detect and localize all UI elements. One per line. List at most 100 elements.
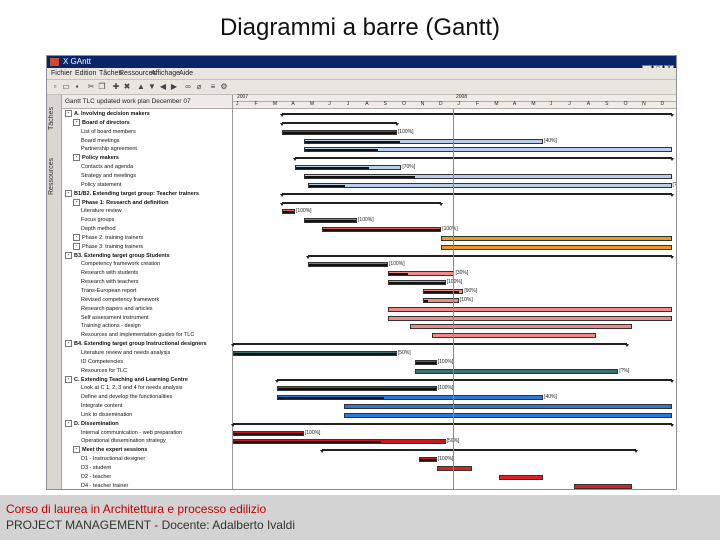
menu-edit[interactable]: Edition (75, 68, 96, 79)
task-bar[interactable] (432, 333, 597, 339)
task-row[interactable]: - B3. Extending target group Students (62, 251, 235, 261)
unlink-icon[interactable]: ⌀ (195, 83, 203, 91)
task-bar[interactable] (303, 173, 672, 179)
task-row[interactable]: Research with teachers (62, 278, 251, 287)
task-row[interactable]: Integrate content (62, 402, 251, 411)
task-row[interactable]: Board meetings (62, 137, 251, 146)
summary-bar[interactable] (319, 449, 638, 454)
task-row[interactable]: Link to dissemination (62, 411, 251, 420)
task-row[interactable]: - Phase 2: training trainers (62, 233, 243, 243)
task-bar[interactable] (410, 324, 632, 330)
task-row[interactable]: Depth method (62, 225, 251, 234)
summary-bar[interactable] (279, 113, 674, 117)
delete-icon[interactable]: ✖ (123, 83, 131, 91)
summary-bar[interactable] (279, 121, 400, 126)
arrow-up-icon[interactable]: ▲ (137, 83, 145, 91)
add-task-icon[interactable]: ✚ (112, 83, 120, 91)
task-row[interactable]: - C. Extending Teaching and Learning Cent… (62, 375, 235, 385)
task-row[interactable]: Focus groups (62, 216, 251, 225)
task-row[interactable]: Contacts and agenda (62, 163, 251, 172)
task-bar[interactable]: [30%] (388, 270, 468, 277)
task-row[interactable]: ID Competencies (62, 358, 251, 367)
task-bar[interactable] (441, 235, 672, 241)
new-icon[interactable]: ▫ (51, 83, 59, 91)
tab-resources[interactable]: Ressources (48, 147, 59, 207)
task-row[interactable]: Internal communication - web preparation (62, 429, 251, 438)
task-row[interactable]: - Policy makers (62, 154, 243, 163)
task-bar[interactable]: [100%] (419, 456, 453, 463)
task-row[interactable]: Resources for TLC (62, 367, 251, 376)
task-row[interactable]: Define and develop the functionalities (62, 393, 251, 402)
task-row[interactable]: D3 - student (62, 464, 251, 473)
summary-bar[interactable] (230, 343, 630, 348)
open-icon[interactable]: ▭ (62, 83, 70, 91)
task-bar[interactable]: [100%] (321, 226, 458, 233)
summary-bar[interactable] (293, 157, 674, 162)
task-row[interactable]: - D. Dissemination (62, 419, 235, 429)
task-row[interactable]: Operational dissemination strategy (62, 437, 251, 446)
task-bar[interactable] (436, 466, 473, 471)
collapse-toggle-icon[interactable]: - (73, 446, 80, 454)
summary-bar[interactable] (279, 192, 674, 197)
task-bar[interactable]: [100%] (277, 385, 453, 392)
task-bar[interactable]: [100%] (308, 261, 405, 268)
task-row[interactable]: Research papers and articles (62, 305, 251, 314)
link-icon[interactable]: ∞ (184, 83, 192, 91)
arrow-right-icon[interactable]: ▶ (170, 83, 178, 91)
collapse-toggle-icon[interactable]: - (65, 189, 72, 197)
task-row[interactable]: Strategy and meetings (62, 172, 251, 181)
menu-help[interactable]: Aide (179, 68, 193, 79)
task-bar[interactable]: [100%] (303, 217, 374, 224)
task-row[interactable]: - B4. Extending target group Instructiona… (62, 340, 235, 349)
task-bar[interactable] (303, 147, 672, 153)
task-row[interactable]: D1 - Instructional designer (62, 455, 251, 464)
task-bar[interactable] (343, 404, 672, 410)
arrow-left-icon[interactable]: ◀ (159, 83, 167, 91)
collapse-toggle-icon[interactable]: - (73, 118, 80, 126)
collapse-toggle-icon[interactable]: - (65, 340, 72, 348)
task-bar[interactable]: [40%] (277, 394, 557, 401)
settings-icon[interactable]: ⚙ (220, 83, 228, 91)
menu-view[interactable]: Affichage (151, 68, 180, 79)
task-row[interactable]: Competency framework creation (62, 260, 251, 269)
arrow-down-icon[interactable]: ▼ (148, 83, 156, 91)
task-row[interactable]: Literature review and needs analysis (62, 349, 251, 358)
task-bar[interactable]: [?%] (414, 368, 629, 374)
task-bar[interactable]: [100%] (233, 430, 320, 436)
collapse-toggle-icon[interactable]: - (65, 251, 72, 259)
collapse-toggle-icon[interactable]: - (65, 419, 72, 427)
summary-bar[interactable] (306, 254, 674, 259)
task-row[interactable]: - Meet the expert sessions (62, 446, 243, 455)
task-bar[interactable]: [100%] (281, 129, 413, 135)
collapse-toggle-icon[interactable]: - (65, 110, 72, 118)
copy-icon[interactable]: ❐ (98, 83, 106, 91)
collapse-toggle-icon[interactable]: - (73, 154, 80, 162)
task-row[interactable]: Partnership agreement (62, 145, 251, 154)
summary-bar[interactable] (275, 378, 674, 383)
cut-icon[interactable]: ✂ (87, 83, 95, 91)
collapse-toggle-icon[interactable]: - (65, 375, 72, 383)
task-bar[interactable]: [?%] (308, 182, 676, 188)
task-row[interactable]: Look at C 1, 2, 3 and 4 for needs analys… (62, 384, 251, 393)
tab-tasks[interactable]: Tâches (48, 99, 59, 139)
task-row[interactable]: - B1/B2. Extending target group: Teacher … (62, 189, 235, 199)
task-bar[interactable]: [50%] (233, 350, 411, 356)
task-bar[interactable]: [40%] (303, 138, 557, 144)
task-bar[interactable] (441, 244, 672, 250)
task-bar[interactable]: [50%] (233, 438, 459, 445)
task-row[interactable]: Research with students (62, 269, 251, 278)
task-row[interactable]: Training actions - design (62, 322, 251, 331)
task-row[interactable]: - A. Involving decision makers (62, 110, 235, 119)
task-row[interactable]: Revised competency framework (62, 296, 251, 305)
task-bar[interactable] (388, 306, 672, 312)
task-bar[interactable]: [90%] (423, 288, 477, 294)
task-row[interactable]: D4 - teacher trainer (62, 482, 251, 489)
collapse-toggle-icon[interactable]: - (73, 198, 80, 206)
window-titlebar[interactable]: X GAntt _□X (47, 56, 676, 74)
task-row[interactable]: Self assessment instrument (62, 314, 251, 323)
task-bar[interactable]: [70%] (295, 164, 415, 171)
task-bar[interactable] (343, 412, 672, 418)
task-row[interactable]: - Board of directors (62, 118, 243, 128)
collapse-toggle-icon[interactable]: - (73, 242, 80, 250)
task-bar[interactable]: [100%] (388, 279, 462, 286)
